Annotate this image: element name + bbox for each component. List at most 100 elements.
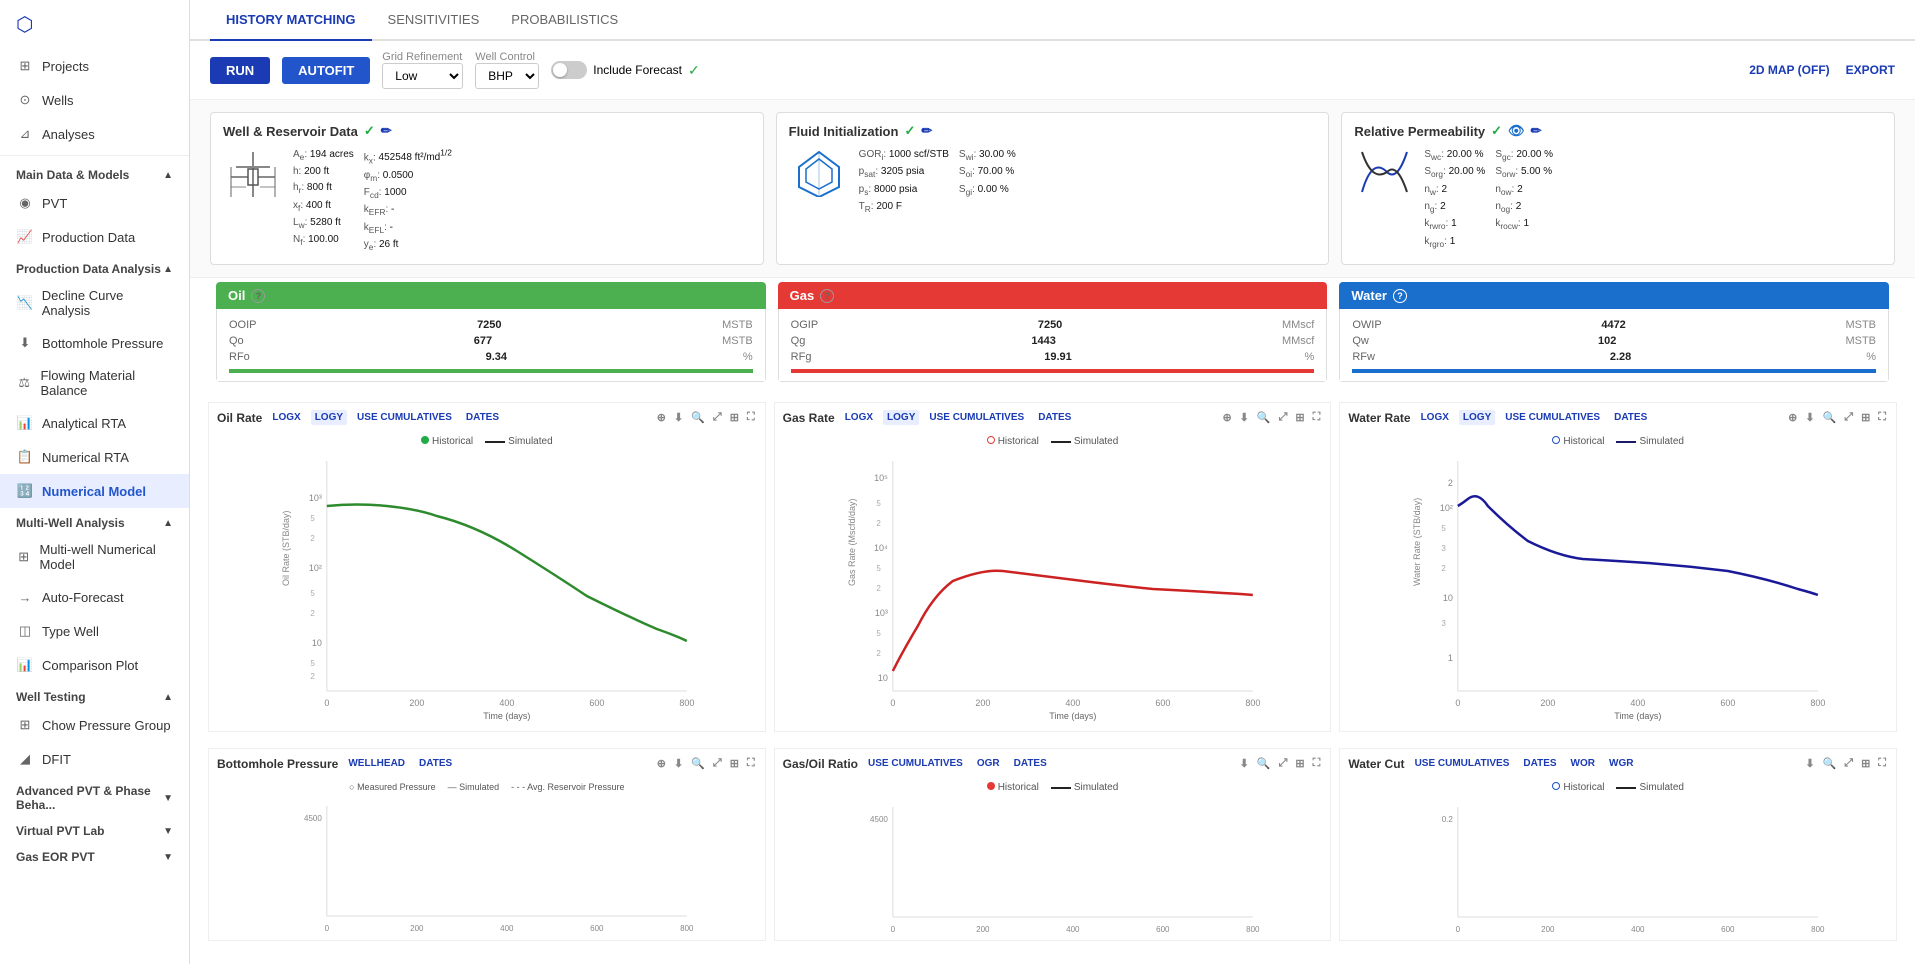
sidebar-item-projects[interactable]: ⊞ Projects [0, 49, 189, 83]
tab-probabilistics[interactable]: PROBABILISTICS [495, 0, 634, 41]
sidebar-item-production-data[interactable]: 📈 Production Data [0, 220, 189, 254]
gor-ogr-tab[interactable]: OGR [973, 756, 1004, 771]
bhp-crosshair-icon[interactable]: ⊕ [655, 755, 668, 772]
svg-text:5: 5 [1442, 524, 1447, 533]
sidebar-item-bottomhole[interactable]: ⬇ Bottomhole Pressure [0, 326, 189, 360]
map-toggle-button[interactable]: 2D MAP (OFF) [1749, 63, 1829, 77]
water-dates-tab[interactable]: DATES [1610, 410, 1651, 425]
oil-dates-tab[interactable]: DATES [462, 410, 503, 425]
gas-expand-icon[interactable]: ⤢ [1277, 409, 1290, 426]
bhp-dates-tab[interactable]: DATES [415, 756, 456, 771]
gor-fullscreen-icon[interactable]: ⛶ [1311, 755, 1323, 772]
wcut-grid-icon[interactable]: ⊞ [1859, 755, 1872, 772]
run-button[interactable]: RUN [210, 57, 270, 84]
wcut-cumulatives-tab[interactable]: USE CUMULATIVES [1411, 756, 1514, 771]
sidebar-item-multi-well-model[interactable]: ⊞ Multi-well Numerical Model [0, 534, 189, 580]
export-button[interactable]: EXPORT [1846, 63, 1895, 77]
water-info-icon[interactable]: ? [1393, 289, 1407, 303]
wcut-wgr-tab[interactable]: WGR [1605, 756, 1637, 771]
sidebar-item-auto-forecast[interactable]: → Auto-Forecast [0, 580, 189, 614]
rel-perm-edit-icon[interactable]: ✏ [1531, 123, 1542, 139]
edit-icon[interactable]: ✏ [381, 123, 392, 139]
oil-crosshair-icon[interactable]: ⊕ [655, 409, 668, 426]
oil-info-icon[interactable]: ? [251, 289, 265, 303]
gor-grid-icon[interactable]: ⊞ [1293, 755, 1306, 772]
oil-grid-icon[interactable]: ⊞ [728, 409, 741, 426]
sidebar-item-dfit[interactable]: ◢ DFIT [0, 742, 189, 776]
wcut-expand-icon[interactable]: ⤢ [1842, 755, 1855, 772]
sidebar-item-chow-pressure[interactable]: ⊞ Chow Pressure Group [0, 708, 189, 742]
wcut-chart-toolbar: ⬇ 🔍 ⤢ ⊞ ⛶ [1803, 755, 1888, 772]
water-zoom-icon[interactable]: 🔍 [1821, 409, 1839, 426]
tab-history-matching[interactable]: HISTORY MATCHING [210, 0, 372, 41]
oil-rate-legend: Historical Simulated [209, 432, 765, 451]
water-logx-tab[interactable]: LOGX [1417, 410, 1453, 425]
grid-refinement-select[interactable]: Low Medium High [382, 63, 463, 89]
bhp-download-icon[interactable]: ⬇ [672, 755, 685, 772]
sidebar-item-analyses[interactable]: ⊿ Analyses [0, 117, 189, 151]
autofit-button[interactable]: AUTOFIT [282, 57, 370, 84]
bhp-wellhead-tab[interactable]: WELLHEAD [344, 756, 409, 771]
section-gas-eor[interactable]: Gas EOR PVT ▼ [0, 842, 189, 868]
gas-grid-icon[interactable]: ⊞ [1293, 409, 1306, 426]
section-virtual-pvt[interactable]: Virtual PVT Lab ▼ [0, 816, 189, 842]
oil-logy-tab[interactable]: LOGY [311, 410, 347, 425]
wcut-wor-tab[interactable]: WOR [1567, 756, 1599, 771]
water-fullscreen-icon[interactable]: ⛶ [1876, 409, 1888, 426]
sidebar-item-numerical-model[interactable]: 🔢 Numerical Model [0, 474, 189, 508]
sidebar-item-flowing-material[interactable]: ⚖ Flowing Material Balance [0, 360, 189, 406]
sidebar-item-comparison-plot[interactable]: 📊 Comparison Plot [0, 648, 189, 682]
bhp-zoom-icon[interactable]: 🔍 [689, 755, 707, 772]
bhp-grid-icon[interactable]: ⊞ [728, 755, 741, 772]
eye-icon[interactable]: 👁 [1508, 123, 1525, 139]
gor-download-icon[interactable]: ⬇ [1238, 755, 1251, 772]
svg-text:5: 5 [876, 629, 881, 638]
water-grid-icon[interactable]: ⊞ [1859, 409, 1872, 426]
wcut-zoom-icon[interactable]: 🔍 [1821, 755, 1839, 772]
section-advanced-pvt[interactable]: Advanced PVT & Phase Beha... ▼ [0, 776, 189, 816]
gas-info-icon[interactable]: ? [820, 289, 834, 303]
gas-cumulatives-tab[interactable]: USE CUMULATIVES [925, 410, 1028, 425]
fluid-edit-icon[interactable]: ✏ [921, 123, 932, 139]
section-main-data[interactable]: Main Data & Models ▲ [0, 160, 189, 186]
sidebar-item-decline-curve[interactable]: 📉 Decline Curve Analysis [0, 280, 189, 326]
sidebar-item-wells[interactable]: ⊙ Wells [0, 83, 189, 117]
well-control-select[interactable]: BHP Rate [475, 63, 539, 89]
gor-cumulatives-tab[interactable]: USE CUMULATIVES [864, 756, 967, 771]
tab-sensitivities[interactable]: SENSITIVITIES [372, 0, 496, 41]
sidebar-item-analytical-rta[interactable]: 📊 Analytical RTA [0, 406, 189, 440]
oil-zoom-icon[interactable]: 🔍 [689, 409, 707, 426]
gas-logx-tab[interactable]: LOGX [841, 410, 877, 425]
wcut-dates-tab[interactable]: DATES [1519, 756, 1560, 771]
gor-zoom-icon[interactable]: 🔍 [1255, 755, 1273, 772]
gas-download-icon[interactable]: ⬇ [1238, 409, 1251, 426]
wcut-download-icon[interactable]: ⬇ [1803, 755, 1816, 772]
oil-logx-tab[interactable]: LOGX [268, 410, 304, 425]
sidebar-item-pvt[interactable]: ◉ PVT [0, 186, 189, 220]
section-multi-well[interactable]: Multi-Well Analysis ▲ [0, 508, 189, 534]
gas-crosshair-icon[interactable]: ⊕ [1220, 409, 1233, 426]
wcut-fullscreen-icon[interactable]: ⛶ [1876, 755, 1888, 772]
oil-download-icon[interactable]: ⬇ [672, 409, 685, 426]
section-well-testing[interactable]: Well Testing ▲ [0, 682, 189, 708]
gas-zoom-icon[interactable]: 🔍 [1255, 409, 1273, 426]
water-crosshair-icon[interactable]: ⊕ [1786, 409, 1799, 426]
gas-logy-tab[interactable]: LOGY [883, 410, 919, 425]
sidebar-item-type-well[interactable]: ◫ Type Well [0, 614, 189, 648]
gor-dates-tab[interactable]: DATES [1010, 756, 1051, 771]
water-download-icon[interactable]: ⬇ [1803, 409, 1816, 426]
water-expand-icon[interactable]: ⤢ [1842, 409, 1855, 426]
include-forecast-toggle[interactable] [551, 61, 587, 79]
oil-cumulatives-tab[interactable]: USE CUMULATIVES [353, 410, 456, 425]
section-production-analysis[interactable]: Production Data Analysis ▲ [0, 254, 189, 280]
gas-fullscreen-icon[interactable]: ⛶ [1311, 409, 1323, 426]
oil-expand-icon[interactable]: ⤢ [711, 409, 724, 426]
oil-fullscreen-icon[interactable]: ⛶ [745, 409, 757, 426]
water-cumulatives-tab[interactable]: USE CUMULATIVES [1501, 410, 1604, 425]
gor-expand-icon[interactable]: ⤢ [1277, 755, 1290, 772]
gas-dates-tab[interactable]: DATES [1034, 410, 1075, 425]
water-logy-tab[interactable]: LOGY [1459, 410, 1495, 425]
bhp-expand-icon[interactable]: ⤢ [711, 755, 724, 772]
bhp-fullscreen-icon[interactable]: ⛶ [745, 755, 757, 772]
sidebar-item-numerical-rta[interactable]: 📋 Numerical RTA [0, 440, 189, 474]
